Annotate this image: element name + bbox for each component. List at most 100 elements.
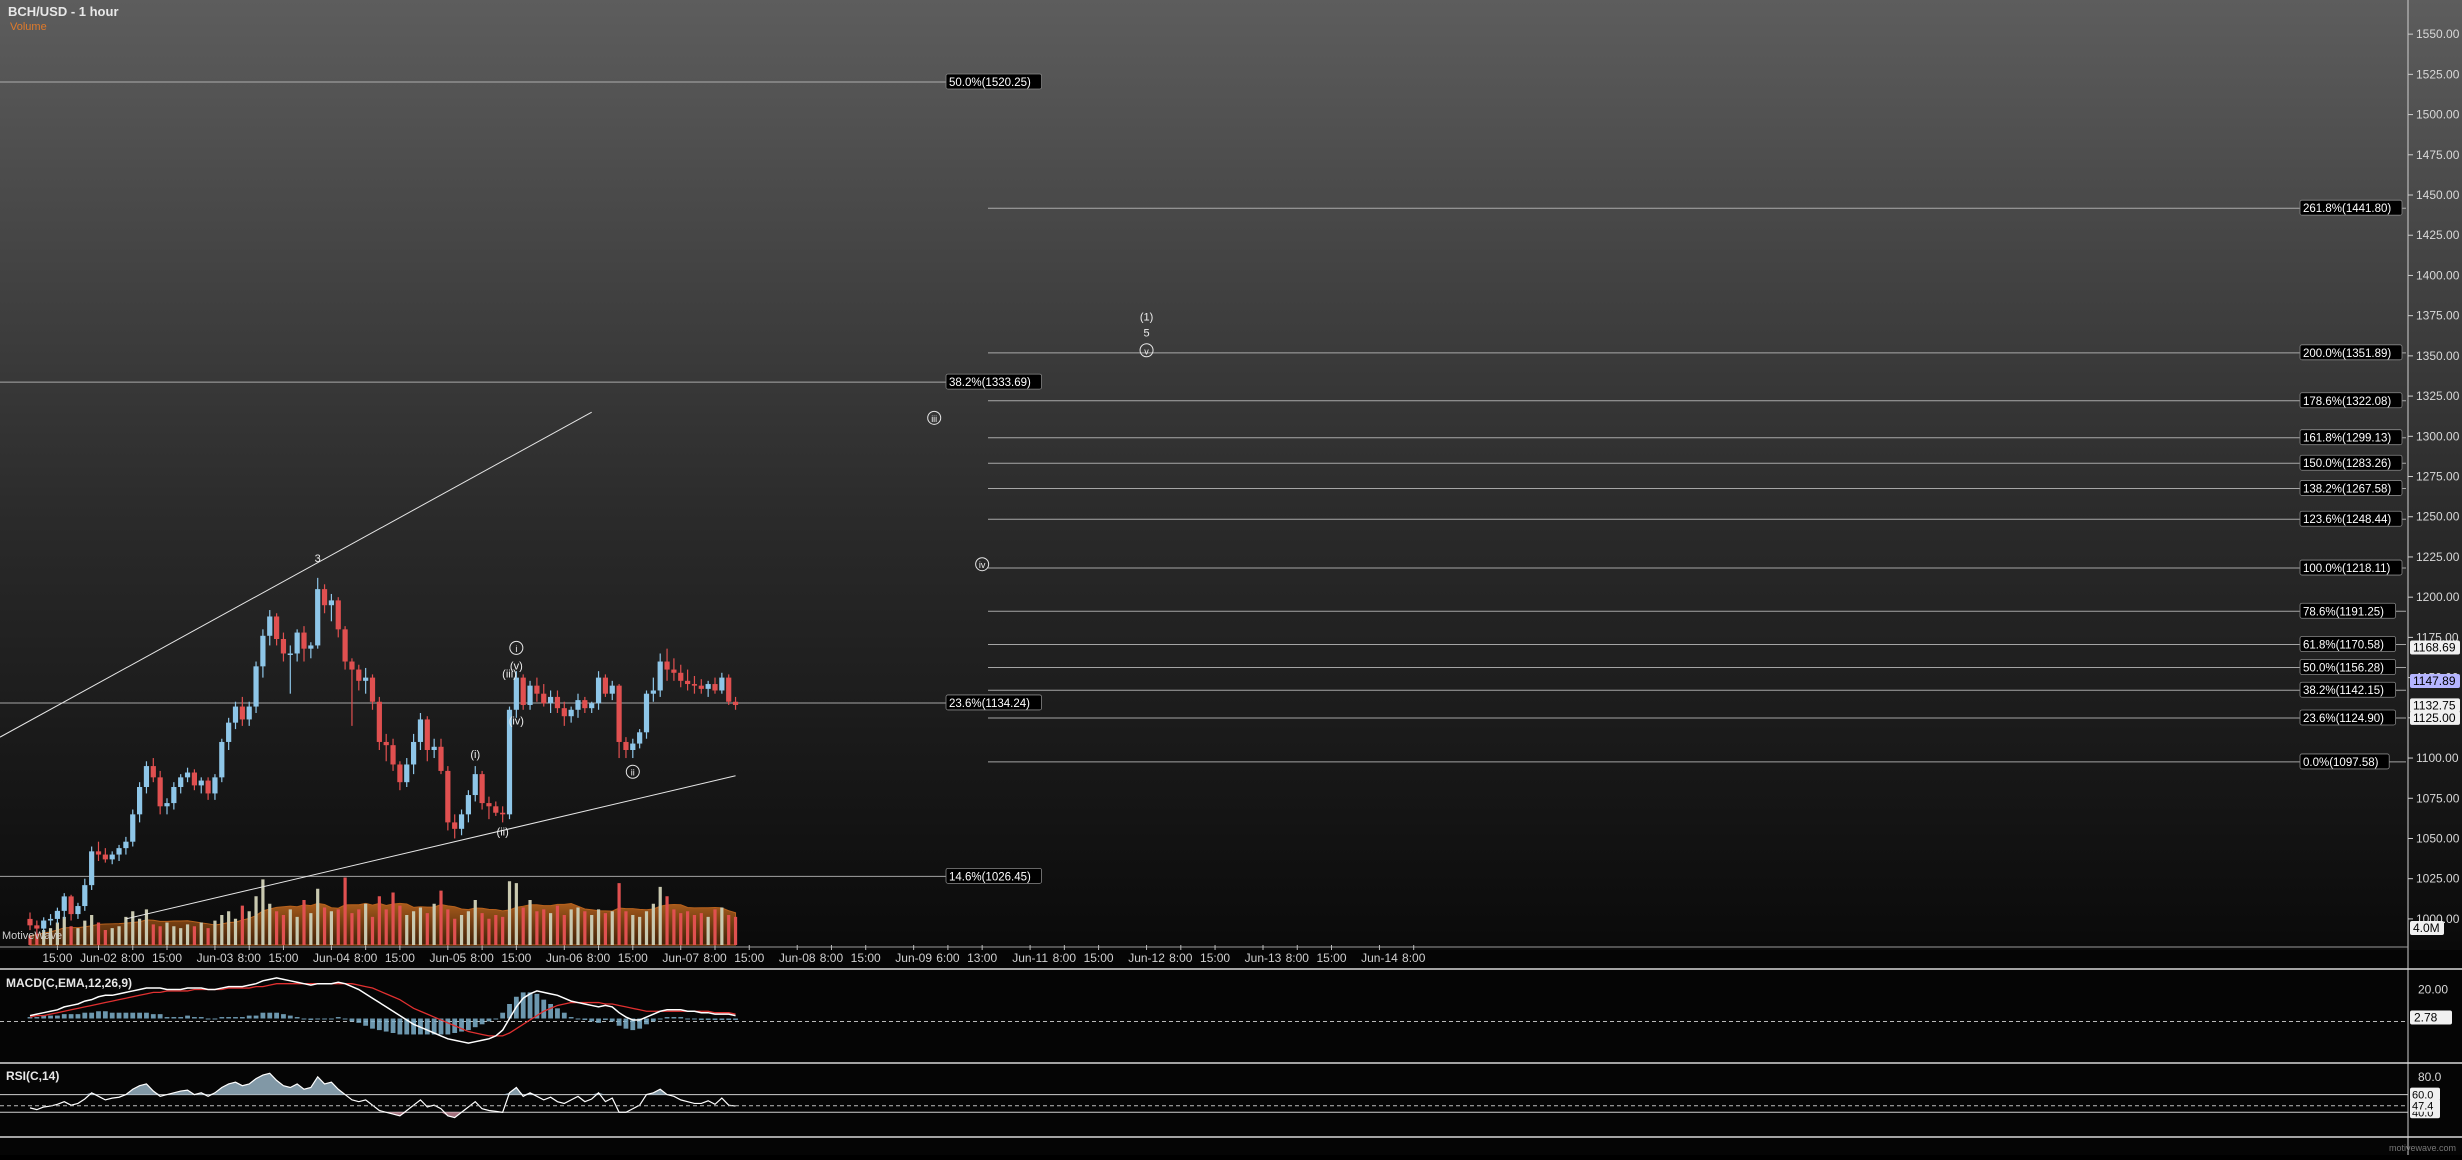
candle-body xyxy=(479,774,485,804)
candle-body xyxy=(527,685,533,705)
candle-body xyxy=(47,918,54,921)
volume-bar xyxy=(699,913,703,945)
candle-body xyxy=(486,803,492,807)
candle-body xyxy=(671,669,677,673)
candle-body xyxy=(198,780,204,786)
macd-histogram-bar xyxy=(178,1017,184,1019)
volume-bar xyxy=(665,896,669,945)
volume-bar xyxy=(179,928,183,945)
macd-histogram-bar xyxy=(657,1018,663,1020)
macd-histogram-bar xyxy=(397,1018,403,1035)
volume-bar xyxy=(733,916,738,945)
macd-histogram-bar xyxy=(698,1018,704,1020)
candle-body xyxy=(226,722,232,742)
fib-level-label: 161.8%(1299.13) xyxy=(2303,433,2391,445)
fib-level-label: 38.2%(1142.15) xyxy=(2303,685,2384,697)
macd-histogram-bar xyxy=(650,1018,656,1022)
volume-bar xyxy=(192,926,196,945)
volume-bar xyxy=(131,911,135,945)
volume-bar xyxy=(309,913,313,945)
candle-body xyxy=(678,672,684,681)
macd-histogram-bar xyxy=(34,1017,40,1019)
macd-histogram-bar xyxy=(493,1018,499,1020)
fib-level-label: 100.0%(1218.11) xyxy=(2303,563,2391,575)
x-tick-label: 15:00 xyxy=(152,951,182,965)
wave-label: 5 xyxy=(1143,328,1149,340)
volume-bar xyxy=(412,911,416,945)
wave-label: ii xyxy=(631,768,635,778)
candle-body xyxy=(95,851,102,855)
macd-histogram-bar xyxy=(486,1018,492,1022)
volume-bar xyxy=(247,911,251,945)
macd-histogram-bar xyxy=(390,1018,396,1033)
fib-level-label: 138.2%(1267.58) xyxy=(2303,483,2391,495)
candle-body xyxy=(246,706,252,720)
volume-bar xyxy=(644,911,649,945)
y-tick-label: 1550.00 xyxy=(2416,27,2460,41)
candle-body xyxy=(726,677,732,702)
volume-bar xyxy=(364,903,368,945)
volume-bar xyxy=(480,913,484,945)
macd-histogram-bar xyxy=(301,1018,307,1020)
candle-body xyxy=(595,677,602,704)
y-tick-label: 1225.00 xyxy=(2416,550,2460,564)
volume-bar xyxy=(624,911,628,945)
candle-body xyxy=(137,787,143,815)
volume-bar xyxy=(69,926,73,945)
macd-histogram-bar xyxy=(157,1014,163,1019)
candle-body xyxy=(335,600,341,630)
macd-histogram-bar xyxy=(678,1017,684,1019)
macd-histogram-bar xyxy=(246,1015,252,1019)
volume-bar xyxy=(514,883,518,945)
x-tick-label: 8:00 xyxy=(820,951,844,965)
volume-bar xyxy=(110,928,114,945)
volume-bar xyxy=(83,920,87,945)
volume-bar xyxy=(596,909,601,945)
macd-histogram-bar xyxy=(198,1017,204,1019)
volume-bar xyxy=(220,915,224,945)
macd-histogram-bar xyxy=(705,1018,711,1020)
candle-body xyxy=(472,774,478,796)
macd-histogram-bar xyxy=(68,1014,74,1019)
volume-bar xyxy=(535,911,539,945)
x-tick-label: 15:00 xyxy=(1316,951,1346,965)
candle-body xyxy=(191,772,197,786)
macd-histogram-bar xyxy=(363,1018,369,1026)
candle-body xyxy=(493,806,499,813)
volume-bar xyxy=(473,900,477,945)
candle-body xyxy=(267,616,273,636)
volume-bar xyxy=(398,905,402,945)
volume-bar xyxy=(651,903,655,945)
macd-histogram-bar xyxy=(589,1018,595,1022)
x-tick-label: 6:00 xyxy=(936,951,960,965)
candle-body xyxy=(143,766,150,787)
wave-label: 3 xyxy=(315,553,321,565)
fib-level-label: 200.0%(1351.89) xyxy=(2303,348,2391,360)
candle-body xyxy=(500,812,506,815)
volume-bar xyxy=(432,903,436,945)
x-tick-label: Jun-08 xyxy=(779,951,816,965)
candle-body xyxy=(431,746,437,750)
volume-bar xyxy=(295,916,299,945)
volume-bar xyxy=(288,909,292,945)
candle-body xyxy=(150,766,156,778)
macd-histogram-bar xyxy=(596,1018,601,1023)
candle-body xyxy=(561,708,567,717)
volume-bar xyxy=(370,916,375,945)
candle-body xyxy=(41,920,47,929)
candle-body xyxy=(123,841,129,849)
wave-label: (i) xyxy=(470,749,480,761)
x-tick-label: Jun-06 xyxy=(546,951,583,965)
x-tick-label: 15:00 xyxy=(618,951,648,965)
candle-body xyxy=(287,653,293,655)
x-tick-label: 8:00 xyxy=(1402,951,1426,965)
candle-body xyxy=(609,685,615,694)
macd-histogram-bar xyxy=(623,1018,629,1029)
macd-histogram-bar xyxy=(123,1012,129,1019)
macd-histogram-bar xyxy=(226,1017,232,1019)
volume-bar xyxy=(638,916,642,945)
x-tick-label: 15:00 xyxy=(734,951,764,965)
volume-bar xyxy=(686,911,690,945)
chart-background xyxy=(0,0,2462,1155)
x-tick-label: 13:00 xyxy=(967,951,997,965)
